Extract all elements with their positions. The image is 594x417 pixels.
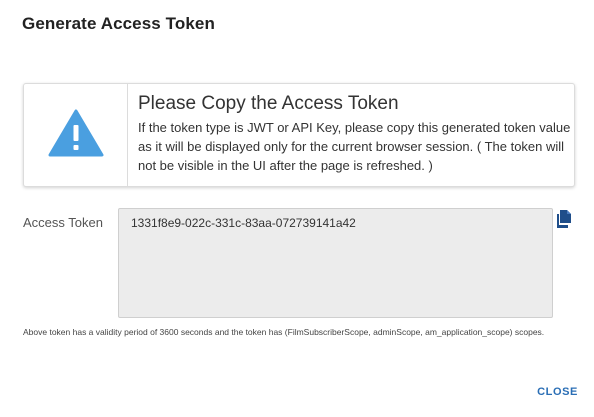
copy-icon[interactable] bbox=[556, 209, 574, 229]
dialog-title: Generate Access Token bbox=[22, 14, 215, 33]
warning-icon-cell bbox=[24, 84, 128, 186]
warning-heading: Please Copy the Access Token bbox=[138, 93, 399, 114]
warning-triangle-icon bbox=[48, 109, 104, 162]
access-token-field[interactable]: 1331f8e9-022c-331c-83aa-072739141a42 bbox=[118, 208, 553, 318]
close-button[interactable]: CLOSE bbox=[537, 386, 578, 398]
validity-note: Above token has a validity period of 360… bbox=[23, 327, 545, 337]
generate-token-dialog: Generate Access Token Please Copy the Ac… bbox=[0, 0, 594, 417]
access-token-label: Access Token bbox=[23, 215, 103, 230]
warning-body: If the token type is JWT or API Key, ple… bbox=[138, 120, 571, 173]
warning-text: Please Copy the Access Token If the toke… bbox=[138, 92, 572, 175]
warning-panel: Please Copy the Access Token If the toke… bbox=[23, 83, 575, 187]
